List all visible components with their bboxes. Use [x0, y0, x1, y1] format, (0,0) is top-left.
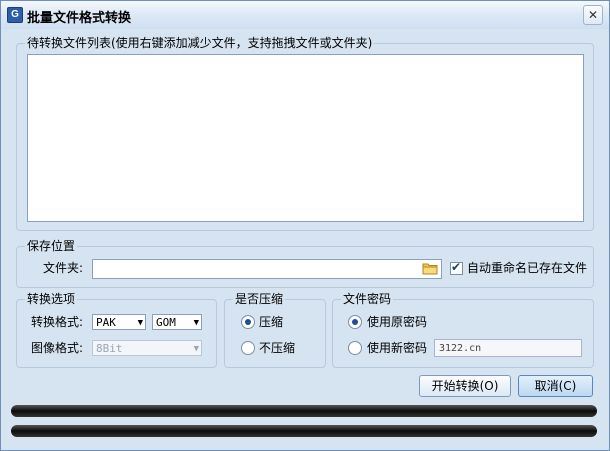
title-bar[interactable]: G 批量文件格式转换 ✕ — [1, 1, 609, 29]
compression-group: 是否压缩 — [224, 291, 326, 368]
folder-path-input[interactable] — [92, 259, 442, 279]
save-location-legend: 保存位置 — [25, 238, 78, 254]
radio-dot-icon — [245, 319, 251, 325]
compress-yes-label[interactable]: 压缩 — [259, 314, 283, 330]
format-label: 转换格式: — [31, 315, 84, 329]
new-password-label[interactable]: 使用新密码 — [367, 340, 427, 356]
new-password-input[interactable]: 3122.cn — [434, 339, 582, 357]
convert-options-group: 转换选项 — [16, 291, 217, 368]
cancel-button[interactable]: 取消(C) — [518, 375, 593, 397]
auto-rename-label[interactable]: 自动重命名已存在文件 — [467, 260, 587, 276]
file-progress-bar — [11, 405, 597, 417]
dialog-window: G 批量文件格式转换 ✕ 待转换文件列表(使用右键添加减少文件，支持拖拽文件或文… — [0, 0, 610, 451]
image-format-value: 8Bit — [96, 342, 123, 355]
file-list-legend: 待转换文件列表(使用右键添加减少文件，支持拖拽文件或文件夹) — [25, 35, 375, 51]
folder-browse-icon[interactable] — [422, 261, 438, 275]
original-password-radio[interactable] — [348, 315, 362, 329]
compress-yes-radio[interactable] — [241, 315, 255, 329]
compress-no-label[interactable]: 不压缩 — [259, 340, 295, 356]
original-password-label[interactable]: 使用原密码 — [367, 314, 427, 330]
target-format-value: GOM — [156, 316, 176, 329]
total-progress-bar — [11, 425, 597, 437]
target-format-select[interactable]: GOM ▼ — [152, 314, 202, 330]
auto-rename-checkbox[interactable]: ✔ — [450, 260, 463, 275]
checkmark-icon: ✔ — [451, 260, 462, 274]
start-convert-button[interactable]: 开始转换(O) — [419, 375, 511, 397]
file-list[interactable] — [27, 54, 584, 222]
close-button[interactable]: ✕ — [583, 5, 603, 25]
convert-options-legend: 转换选项 — [25, 291, 78, 307]
window-title: 批量文件格式转换 — [27, 11, 132, 26]
compress-no-radio[interactable] — [241, 341, 255, 355]
chevron-down-icon: ▼ — [193, 318, 199, 328]
app-logo-icon: G — [7, 7, 23, 23]
password-legend: 文件密码 — [341, 291, 394, 307]
chevron-down-icon: ▼ — [137, 318, 143, 328]
source-format-select[interactable]: PAK ▼ — [92, 314, 146, 330]
folder-label: 文件夹: — [43, 261, 84, 275]
source-format-value: PAK — [96, 316, 116, 329]
radio-dot-icon — [352, 319, 358, 325]
chevron-down-icon: ▼ — [193, 344, 199, 354]
compression-legend: 是否压缩 — [233, 291, 286, 307]
image-format-label: 图像格式: — [31, 341, 84, 355]
new-password-radio[interactable] — [348, 341, 362, 355]
image-format-select[interactable]: 8Bit ▼ — [92, 340, 202, 356]
